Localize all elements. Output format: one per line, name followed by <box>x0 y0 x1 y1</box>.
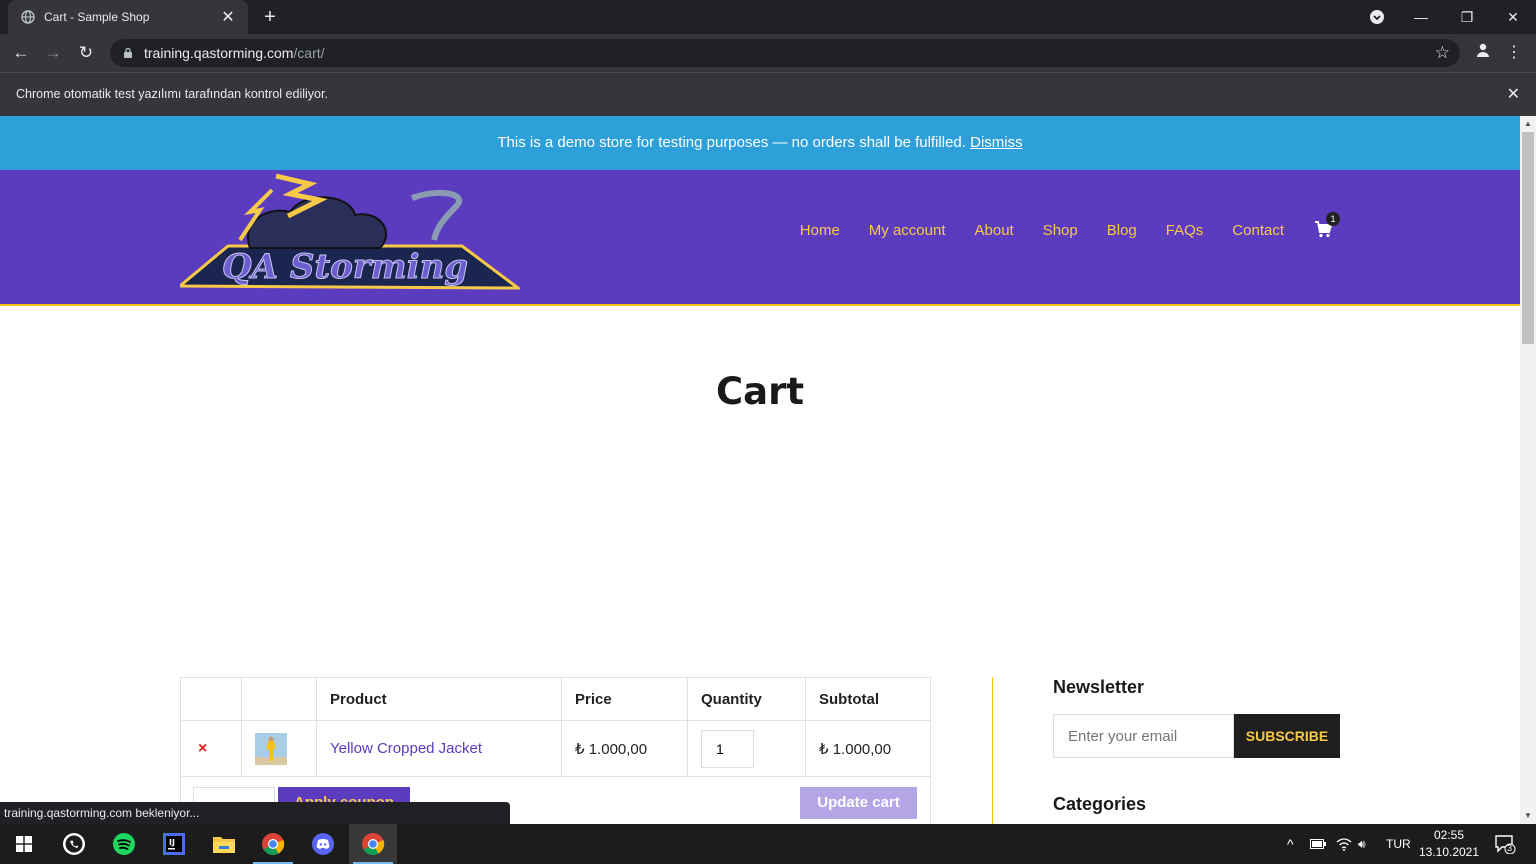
scrollbar-thumb[interactable] <box>1522 132 1534 344</box>
intellij-icon[interactable]: IJ <box>150 824 198 864</box>
notification-center-icon[interactable]: 3 <box>1494 824 1516 864</box>
scroll-up-arrow-icon[interactable]: ▲ <box>1520 116 1536 132</box>
lock-icon <box>124 47 132 58</box>
tab-search-button[interactable] <box>1354 0 1400 34</box>
file-explorer-icon[interactable] <box>200 824 248 864</box>
chrome-icon[interactable] <box>249 824 297 864</box>
globe-icon <box>20 9 36 25</box>
start-button[interactable] <box>0 824 48 864</box>
main-nav: Home My account About Shop Blog FAQs Con… <box>771 212 1340 240</box>
cart-count-badge: 1 <box>1326 212 1340 226</box>
url-path: /cart/ <box>293 45 325 61</box>
windows-icon <box>16 836 32 852</box>
nav-faqs[interactable]: FAQs <box>1166 222 1204 239</box>
qa-storming-logo[interactable]: QA Storming <box>180 170 520 294</box>
newsletter-email-input[interactable] <box>1053 714 1234 758</box>
logo-text: QA Storming <box>222 247 468 287</box>
item-subtotal: ₺ 1.000,00 <box>805 720 931 777</box>
wifi-icon[interactable] <box>1336 824 1352 864</box>
content-sidebar-divider <box>992 677 993 824</box>
remove-item-icon[interactable]: × <box>194 740 207 757</box>
back-button[interactable]: ← <box>8 40 34 66</box>
notification-count: 3 <box>1507 843 1513 853</box>
url-host: training.qastorming.com <box>144 45 294 61</box>
page-scrollbar[interactable]: ▲ ▼ <box>1520 116 1536 824</box>
product-thumbnail[interactable] <box>255 732 287 765</box>
chrome-active-icon[interactable] <box>349 824 397 864</box>
battery-icon[interactable] <box>1310 824 1326 864</box>
profile-icon[interactable] <box>1471 42 1495 64</box>
discord-icon[interactable] <box>299 824 347 864</box>
clock-time: 02:55 <box>1433 828 1465 842</box>
subscribe-button[interactable]: SUBSCRIBE <box>1234 714 1340 758</box>
tab-close-icon[interactable]: ✕ <box>220 7 236 27</box>
svg-text:IJ: IJ <box>169 838 175 847</box>
language-indicator[interactable]: TUR <box>1386 824 1411 864</box>
categories-title: Categories <box>1053 794 1147 814</box>
forward-button[interactable]: → <box>40 40 66 66</box>
nav-home[interactable]: Home <box>800 222 840 239</box>
update-cart-button[interactable]: Update cart <box>800 787 917 819</box>
bookmark-star-icon[interactable]: ☆ <box>1435 43 1450 63</box>
close-window-button[interactable]: ✕ <box>1490 0 1536 34</box>
browser-tab[interactable]: Cart - Sample Shop ✕ <box>8 0 248 34</box>
nav-shop[interactable]: Shop <box>1043 222 1078 239</box>
dismiss-link[interactable]: Dismiss <box>970 134 1023 151</box>
header-thumbnail <box>241 677 317 721</box>
restore-button[interactable]: ❐ <box>1444 0 1490 34</box>
clock-date: 13.10.2021 <box>1418 845 1480 859</box>
taskbar-clock[interactable]: 02:55 13.10.2021 <box>1414 827 1484 861</box>
item-price: ₺ 1.000,00 <box>561 720 688 777</box>
page-title: Cart <box>715 370 805 413</box>
scroll-down-arrow-icon[interactable]: ▼ <box>1520 808 1536 824</box>
cart-table-header: Product Price Quantity Subtotal <box>180 677 931 721</box>
browser-toolbar: ← → ↻ training.qastorming.com/cart/ ☆ ⋮ <box>0 34 1536 72</box>
status-bubble: training.qastorming.com bekleniyor... <box>0 802 510 824</box>
header-subtotal: Subtotal <box>805 677 931 721</box>
infobar-close-icon[interactable]: ✕ <box>1507 84 1520 104</box>
new-tab-button[interactable]: + <box>258 6 282 28</box>
nav-about[interactable]: About <box>975 222 1014 239</box>
newsletter-form: SUBSCRIBE <box>1053 714 1340 758</box>
nav-contact[interactable]: Contact <box>1232 222 1284 239</box>
site-header: QA Storming Home My account About Shop B… <box>0 170 1520 306</box>
header-product: Product <box>316 677 562 721</box>
tray-chevron-up-icon[interactable]: ^ <box>1287 824 1294 864</box>
whatsapp-icon[interactable] <box>50 824 98 864</box>
nav-blog[interactable]: Blog <box>1107 222 1137 239</box>
automation-infobar: Chrome otomatik test yazılımı tarafından… <box>0 72 1536 116</box>
header-quantity: Quantity <box>687 677 806 721</box>
chevron-down-icon <box>1370 10 1384 24</box>
cart-item-row: × Yellow Cropped Jacket ₺ 1.000,00 ₺ 1.0… <box>180 720 931 777</box>
tab-title: Cart - Sample Shop <box>44 10 150 24</box>
newsletter-title: Newsletter <box>1053 677 1145 697</box>
page-viewport: This is a demo store for testing purpose… <box>0 116 1520 824</box>
nav-my-account[interactable]: My account <box>869 222 946 239</box>
reload-button[interactable]: ↻ <box>73 40 99 66</box>
sidebar: Newsletter SUBSCRIBE Categories <box>1053 677 1340 815</box>
volume-icon[interactable]: 🔊︎ <box>1358 824 1366 864</box>
header-price: Price <box>561 677 688 721</box>
demo-store-notice: This is a demo store for testing purpose… <box>0 116 1520 170</box>
cart-icon[interactable]: 1 <box>1314 212 1340 240</box>
demo-notice-text: This is a demo store for testing purpose… <box>497 134 966 151</box>
quantity-input[interactable] <box>701 729 754 768</box>
spotify-icon[interactable] <box>100 824 148 864</box>
browser-tabbar: Cart - Sample Shop ✕ + — ❐ ✕ <box>0 0 1536 34</box>
minimize-button[interactable]: — <box>1398 0 1444 34</box>
address-bar[interactable]: training.qastorming.com/cart/ ☆ <box>110 39 1460 67</box>
infobar-text: Chrome otomatik test yazılımı tarafından… <box>16 87 328 101</box>
header-remove <box>180 677 242 721</box>
windows-taskbar: IJ ^ 🔊︎ TUR 02:55 13.10.2021 3 <box>0 824 1536 864</box>
menu-kebab-icon[interactable]: ⋮ <box>1502 42 1526 64</box>
product-name-link[interactable]: Yellow Cropped Jacket <box>330 740 482 757</box>
